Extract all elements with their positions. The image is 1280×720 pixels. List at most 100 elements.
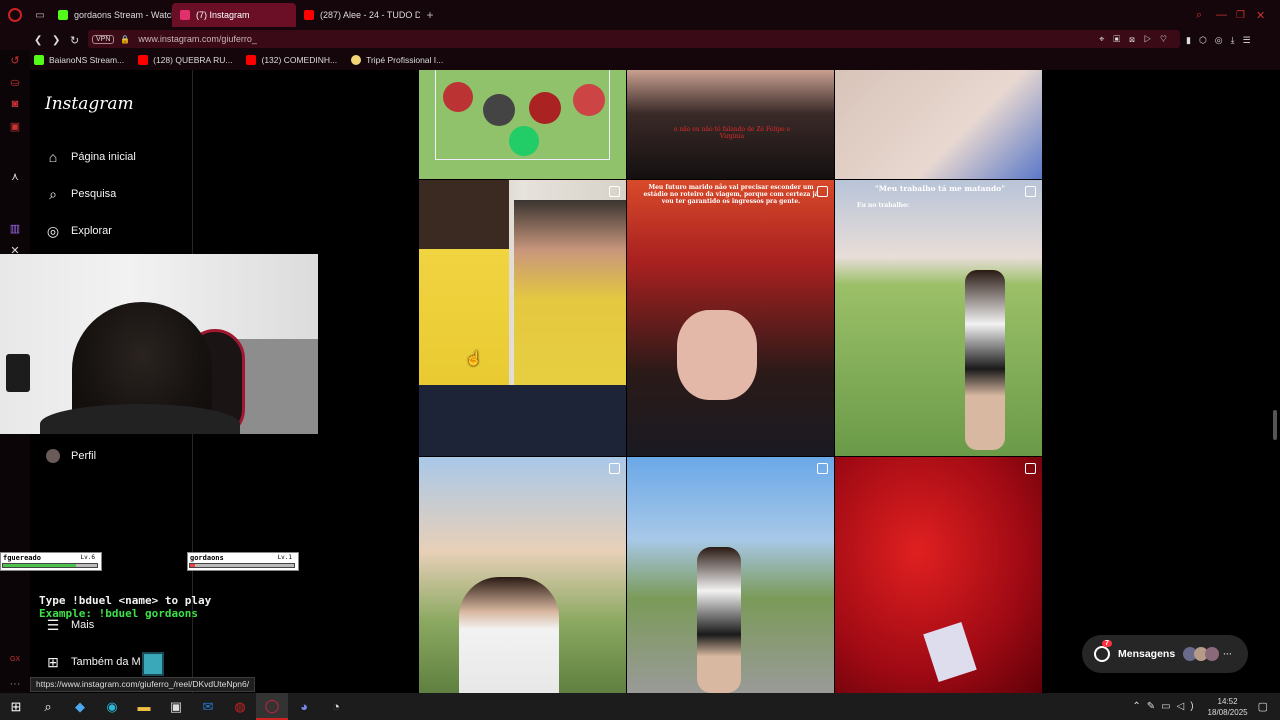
girl-image — [419, 180, 509, 410]
reel-icon — [817, 186, 828, 197]
toolbar-icons[interactable]: ⌖▣⊠▷♡ — [1099, 34, 1176, 45]
apps-icon: ⊞ — [47, 653, 59, 670]
tab-instagram[interactable]: (7) Instagram — [172, 3, 296, 27]
discord-icon[interactable]: ◕ — [288, 693, 320, 720]
post-stadium-crowd[interactable]: Meu futuro marido não vai precisar escon… — [627, 180, 834, 456]
windows-taskbar: ⊞ ⌕ ◆ ◉ ▬ ▣ ✉ ◍ ◯ ◕ ◔ ⌃✎▭◁) 14:52 18/08/… — [0, 693, 1280, 720]
shopping-icon[interactable]: ⛀ — [0, 76, 30, 89]
duel-instructions: Type !bduel <name> to play — [39, 594, 212, 607]
duel-example: Example: !bduel gordaons — [39, 607, 198, 620]
speaker-image — [6, 354, 30, 392]
windows-start-icon[interactable]: ⊞ — [0, 693, 32, 720]
avatar — [45, 448, 61, 464]
reel-icon — [1025, 463, 1036, 474]
store-icon[interactable]: ▣ — [160, 693, 192, 720]
ai-icon[interactable]: ⋏ — [0, 170, 30, 183]
post-girl-closeup[interactable] — [835, 70, 1042, 179]
instagram-icon — [180, 10, 190, 20]
workspaces-icon[interactable]: ▭ — [30, 10, 50, 21]
pixel-character-icon — [142, 652, 164, 676]
messenger-icon[interactable]: ◙ — [0, 98, 30, 110]
youtube-icon — [246, 55, 257, 65]
phone-image — [923, 622, 977, 682]
tray-icons[interactable]: ⌃✎▭◁) — [1132, 701, 1199, 712]
clock[interactable]: 14:52 18/08/2025 — [1208, 696, 1248, 718]
url-field[interactable]: VPN 🔒 www.instagram.com/giuferro_ ⌖▣⊠▷♡ — [88, 30, 1180, 48]
tab-kick[interactable]: gordaons Stream - Watch — [50, 3, 172, 27]
opera-gx-icon[interactable]: ◯ — [256, 693, 288, 720]
girl-face-image — [677, 310, 757, 400]
post-girl-fence[interactable] — [419, 457, 626, 693]
gmail-icon[interactable]: ▣ — [0, 120, 30, 133]
player2-healthbar: gordaons Lv.1 — [187, 552, 299, 571]
new-tab-button[interactable]: + — [420, 8, 440, 22]
youtube-icon — [138, 55, 149, 65]
opera-logo-icon[interactable] — [0, 8, 30, 22]
bookmarks-bar: BaianoNS Stream... (128) QUEBRA RU... (1… — [0, 50, 1280, 70]
webcam-overlay — [0, 254, 318, 434]
player-avatar — [443, 82, 473, 112]
messenger-icon: 7 — [1094, 640, 1112, 662]
post-lineup[interactable] — [419, 70, 626, 179]
hp-track — [189, 563, 295, 568]
nav-explore[interactable]: ◎ Explorar — [45, 223, 112, 239]
girl-image — [697, 547, 741, 693]
notifications-icon[interactable]: ▢ — [1258, 700, 1268, 713]
minimize-icon[interactable]: — — [1216, 9, 1236, 21]
messages-button[interactable]: 7 Mensagens ··· — [1082, 635, 1248, 673]
search-tabs-icon[interactable]: ⌕ — [1196, 9, 1216, 22]
player-avatar — [529, 92, 561, 124]
nav-search[interactable]: ⌕ Pesquisa — [45, 186, 116, 202]
vpn-badge[interactable]: VPN — [92, 34, 115, 44]
extensions-icons[interactable]: ▮⬡◎⤓☰ — [1186, 35, 1259, 46]
gx-icon[interactable]: GX — [0, 656, 30, 663]
unread-badge: 7 — [1102, 640, 1112, 647]
history-icon[interactable]: ↺ — [0, 54, 30, 67]
more-icon[interactable]: ··· — [0, 678, 30, 690]
post-caption: "Meu trabalho tá me matando" — [874, 184, 1006, 193]
girl-kicking-image — [965, 270, 1005, 450]
address-bar: ❮ ❯ ↻ VPN 🔒 www.instagram.com/giuferro_ … — [0, 30, 1280, 50]
home-icon: ⌂ — [48, 149, 58, 165]
tab-youtube[interactable]: (287) Alee - 24 - TUDO D — [296, 3, 420, 27]
page-scrollbar[interactable] — [1270, 70, 1280, 693]
close-icon[interactable]: ✕ — [1256, 9, 1280, 22]
nav-profile[interactable]: Perfil — [45, 448, 96, 464]
bookmark-baianons[interactable]: BaianoNS Stream... — [34, 55, 124, 65]
post-caption: Meu futuro marido não vai precisar escon… — [643, 184, 819, 206]
app-icon[interactable]: ◍ — [224, 693, 256, 720]
post-red-room[interactable] — [835, 457, 1042, 693]
kick-icon — [58, 10, 68, 20]
nav-also-from-meta[interactable]: ⊞ Também da M — [45, 654, 141, 670]
bookmark-quebra[interactable]: (128) QUEBRA RU... — [138, 55, 232, 65]
post-girl-walkway[interactable] — [627, 457, 834, 693]
posts-grid: e não eu não tô falando de Zé Felipe e V… — [419, 70, 1042, 693]
maximize-icon[interactable]: ❐ — [1236, 10, 1256, 21]
instagram-logo[interactable]: Instagram — [45, 94, 134, 114]
youtube-icon — [304, 10, 314, 20]
file-explorer-icon[interactable]: ▬ — [128, 693, 160, 720]
nav-home[interactable]: ⌂ Página inicial — [45, 149, 136, 165]
status-url: https://www.instagram.com/giuferro_/reel… — [30, 677, 256, 692]
post-football-field[interactable]: "Meu trabalho tá me matando" Eu no traba… — [835, 180, 1042, 456]
compass-icon: ◎ — [46, 222, 60, 239]
twitch-icon[interactable]: ▥ — [0, 222, 30, 235]
bookmark-tripe[interactable]: Tripé Profissional I... — [351, 55, 443, 65]
edge-icon[interactable]: ◉ — [96, 693, 128, 720]
forward-icon[interactable]: ❯ — [52, 35, 60, 46]
reload-icon[interactable]: ↻ — [70, 34, 79, 47]
game-board-image — [419, 385, 626, 456]
post-girl-dark[interactable]: e não eu não tô falando de Zé Felipe e V… — [627, 70, 834, 179]
back-icon[interactable]: ❮ — [34, 35, 42, 46]
post-father-daughter[interactable] — [419, 180, 626, 456]
bookmark-comedinh[interactable]: (132) COMEDINH... — [246, 55, 337, 65]
kick-icon — [34, 55, 44, 65]
tripod-icon — [351, 55, 362, 65]
carousel-icon — [609, 463, 620, 474]
hp-track — [2, 563, 98, 568]
widgets-icon[interactable]: ◆ — [64, 693, 96, 720]
obs-icon[interactable]: ◔ — [320, 693, 352, 720]
outlook-icon[interactable]: ✉ — [192, 693, 224, 720]
scroll-thumb[interactable] — [1273, 410, 1277, 440]
search-icon[interactable]: ⌕ — [32, 693, 64, 720]
